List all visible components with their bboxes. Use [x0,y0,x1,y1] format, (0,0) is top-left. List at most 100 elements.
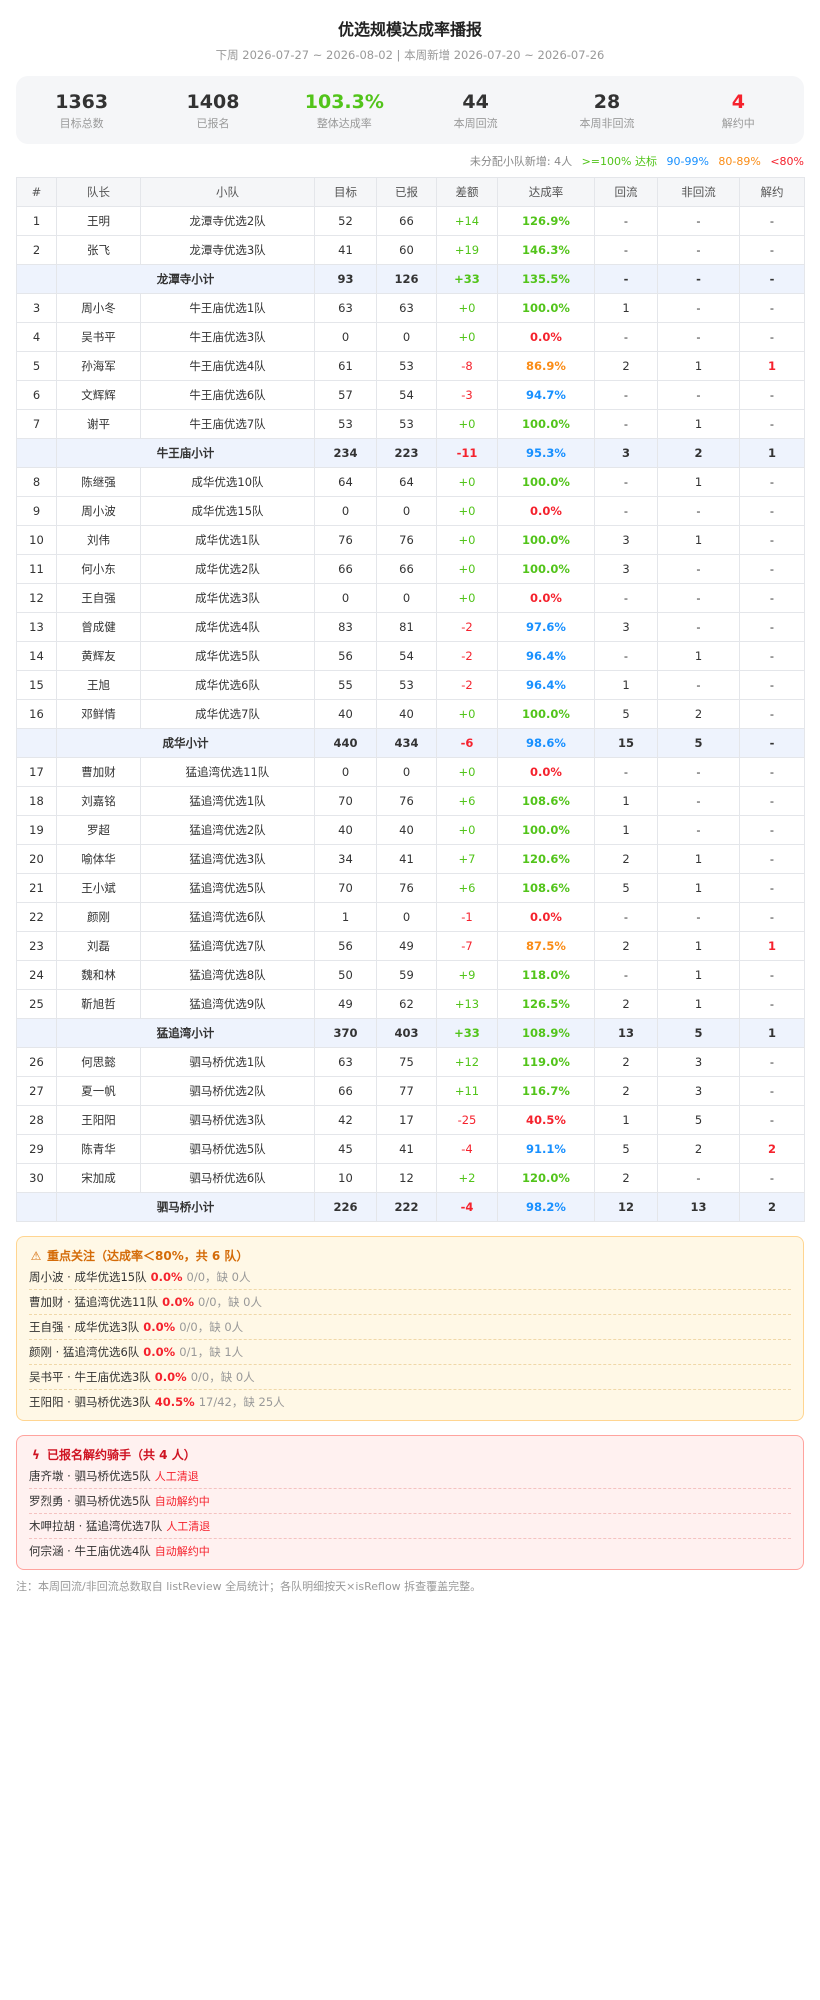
captain-cell: 夏一帆 [56,1076,141,1106]
signed-cell: 66 [376,206,437,236]
reflow-cell: 15 [594,728,658,758]
reflow-cell: 2 [594,931,658,961]
diff-cell: -2 [436,641,498,671]
target-cell: 0 [314,322,377,352]
team-cell: 猛追湾优选3队 [140,844,315,874]
row-index: 27 [16,1076,57,1106]
reflow-cell: - [594,409,658,439]
focus-item: 曹加财 · 猛追湾优选11队 0.0% 0/0，缺 0人 [29,1290,791,1315]
subtotal-index-cell [16,1192,57,1222]
table-row: 30 宋加成 驷马桥优选6队 10 12 +2 120.0% 2- - [16,1163,805,1193]
non-reflow-cell: 1 [657,931,740,961]
diff-cell: +33 [436,264,498,294]
cancel-cell: - [739,1047,805,1077]
table-row: 28 王阳阳 驷马桥优选3队 42 17 -25 40.5% 1 5- [16,1105,805,1135]
diff-cell: +0 [436,293,498,323]
row-index: 26 [16,1047,57,1077]
subtotal-row: 驷马桥小计 226 222 -4 98.2% 12 13 2 [16,1192,805,1222]
rate-cell: 126.9% [497,206,595,236]
non-reflow-cell: - [657,612,740,642]
cancel-cell: - [739,206,805,236]
cancel-cell: - [739,467,805,497]
rate-cell: 97.6% [497,612,595,642]
reflow-cell: 3 [594,438,658,468]
focus-header: ⚠ 重点关注（达成率＜80%，共 6 队） [29,1247,791,1265]
cancel-cell: - [739,670,805,700]
table-row: 24 魏和林 猛追湾优选8队 50 59 +9 118.0% -1- [16,960,805,990]
subtotal-label: 驷马桥小计 [56,1192,315,1222]
row-index: 15 [16,670,57,700]
column-header: 已报 [376,177,437,207]
row-index: 23 [16,931,57,961]
cancel-cell: - [739,1076,805,1106]
non-reflow-cell: - [657,786,740,816]
cancel-item-name: 罗烈勇 · 驷马桥优选5队 [29,1494,151,1508]
target-cell: 63 [314,1047,377,1077]
reflow-cell: 3 [594,525,658,555]
non-reflow-cell: - [657,583,740,613]
signed-cell: 17 [376,1105,437,1135]
non-reflow-cell: - [657,554,740,584]
stat-value: 1363 [55,90,109,113]
row-index: 12 [16,583,57,613]
table-row: 21 王小斌 猛追湾优选5队 70 76 +6 108.6% 5 1- [16,873,805,903]
rate-cell: 0.0% [497,583,595,613]
row-index: 13 [16,612,57,642]
lightning-icon: ϟ [32,1448,40,1462]
focus-item: 周小波 · 成华优选15队 0.0% 0/0，缺 0人 [29,1265,791,1290]
captain-cell: 陈青华 [56,1134,141,1164]
team-cell: 成华优选15队 [140,496,315,526]
reflow-cell: 12 [594,1192,658,1222]
non-reflow-cell: 1 [657,525,740,555]
cancel-cell: - [739,583,805,613]
diff-cell: +0 [436,409,498,439]
reflow-cell: 2 [594,1076,658,1106]
target-cell: 55 [314,670,377,700]
rate-cell: 87.5% [497,931,595,961]
stat-card: 1408 已报名 [147,91,278,130]
diff-cell: -4 [436,1192,498,1222]
focus-item-rate: 0.0% [143,1320,176,1334]
legend-orange: 80-89% [718,155,761,168]
non-reflow-cell: - [657,235,740,265]
cancel-cell: - [739,554,805,584]
rate-cell: 100.0% [497,815,595,845]
diff-cell: -11 [436,438,498,468]
reflow-cell: - [594,380,658,410]
reflow-cell: 5 [594,1134,658,1164]
column-header: 小队 [140,177,315,207]
rate-cell: 100.0% [497,525,595,555]
cancel-panel: ϟ 已报名解约骑手（共 4 人） 唐齐墩 · 驷马桥优选5队 人工清退 罗烈勇 · 驷… [16,1435,804,1570]
legend-red: <80% [770,155,804,168]
reflow-cell: - [594,902,658,932]
rate-cell: 118.0% [497,960,595,990]
non-reflow-cell: - [657,322,740,352]
cancel-cell: - [739,409,805,439]
reflow-cell: - [594,583,658,613]
reflow-cell: 1 [594,786,658,816]
captain-cell: 王自强 [56,583,141,613]
cancel-cell: 1 [739,438,805,468]
non-reflow-cell: - [657,757,740,787]
focus-item-rate: 0.0% [162,1295,195,1309]
team-cell: 成华优选2队 [140,554,315,584]
target-cell: 34 [314,844,377,874]
team-cell: 猛追湾优选5队 [140,873,315,903]
signed-cell: 126 [376,264,437,294]
focus-item: 吴书平 · 牛王庙优选3队 0.0% 0/0，缺 0人 [29,1365,791,1390]
signed-cell: 64 [376,467,437,497]
non-reflow-cell: - [657,1163,740,1193]
table-row: 10 刘伟 成华优选1队 76 76 +0 100.0% 3 1- [16,525,805,555]
signed-cell: 41 [376,1134,437,1164]
reflow-cell: - [594,322,658,352]
cancel-cell: - [739,496,805,526]
rate-cell: 40.5% [497,1105,595,1135]
stat-card: 103.3% 整体达成率 [279,91,410,130]
table-row: 11 何小东 成华优选2队 66 66 +0 100.0% 3- - [16,554,805,584]
team-table: # 队长 小队 目标 已报 差额 达成率 回流 非回流 解约 1 王明 龙潭寺优选2队 52 66 +14 1… [16,177,805,1222]
signed-cell: 53 [376,351,437,381]
reflow-cell: 1 [594,815,658,845]
diff-cell: +6 [436,873,498,903]
row-index: 30 [16,1163,57,1193]
diff-cell: +6 [436,786,498,816]
